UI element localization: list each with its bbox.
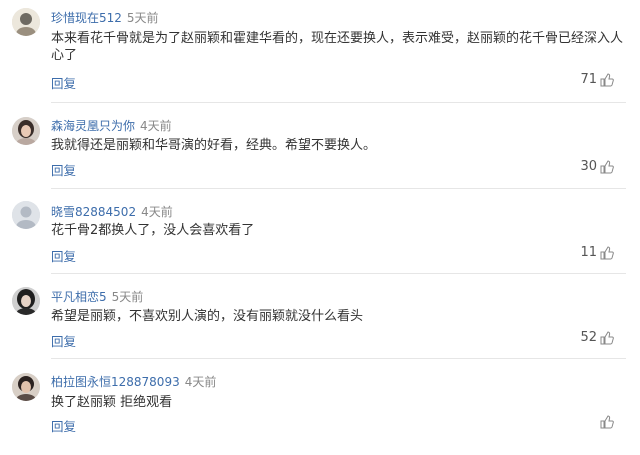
avatar[interactable] [12,117,40,145]
thumbs-up-icon [600,159,614,174]
avatar[interactable] [12,8,40,36]
like-button[interactable] [597,415,614,429]
username[interactable]: 平凡相恋5 [51,290,107,304]
comment-meta: 珍惜现在512 5天前 [51,9,159,26]
timestamp: 5天前 [111,290,144,304]
divider [51,358,626,359]
timestamp: 5天前 [126,11,159,25]
username[interactable]: 森海灵凰只为你 [51,119,135,133]
like-count: 11 [580,245,597,260]
thumbs-up-icon [600,245,614,260]
divider [51,188,626,189]
comment-text: 我就得还是丽颖和华哥演的好看，经典。希望不要换人。 [51,138,377,153]
avatar[interactable] [12,287,40,315]
divider [51,102,626,103]
comment-text: 本来看花千骨就是为了赵丽颖和霍建华看的，现在还要换人，表示难受，赵丽颖的花千骨已… [51,31,624,63]
username[interactable]: 晓雪82884502 [51,205,136,219]
username[interactable]: 柏拉图永恒128878093 [51,375,180,389]
thumbs-up-icon [600,330,614,345]
comment-meta: 森海灵凰只为你 4天前 [51,117,172,134]
like-count: 30 [580,159,597,174]
timestamp: 4天前 [141,205,173,219]
thumbs-up-icon [600,72,614,87]
comment-text: 换了赵丽颖 拒绝观看 [51,395,173,410]
like-button[interactable]: 71 [580,72,614,87]
like-button[interactable]: 30 [580,159,614,174]
like-count: 52 [580,330,597,345]
reply-button[interactable]: 回复 [51,160,76,179]
thumbs-up-icon [600,415,614,429]
reply-button[interactable]: 回复 [51,73,76,92]
comment-meta: 柏拉图永恒128878093 4天前 [51,373,216,390]
timestamp: 4天前 [184,375,217,389]
comment-text: 花千骨2都换人了，没人会喜欢看了 [51,223,255,238]
comment-text: 希望是丽颖，不喜欢别人演的，没有丽颖就没什么看头 [51,309,364,324]
like-button[interactable]: 52 [580,330,614,345]
reply-button[interactable]: 回复 [51,246,76,265]
like-count: 71 [580,72,597,87]
avatar[interactable] [12,373,40,401]
divider [51,273,626,274]
timestamp: 4天前 [140,119,172,133]
like-button[interactable]: 11 [580,245,614,260]
avatar[interactable] [12,201,40,229]
reply-button[interactable]: 回复 [51,331,76,350]
reply-button[interactable]: 回复 [51,416,76,435]
username[interactable]: 珍惜现在512 [51,11,122,25]
comment-meta: 平凡相恋5 5天前 [51,288,143,305]
comment-meta: 晓雪82884502 4天前 [51,203,173,220]
